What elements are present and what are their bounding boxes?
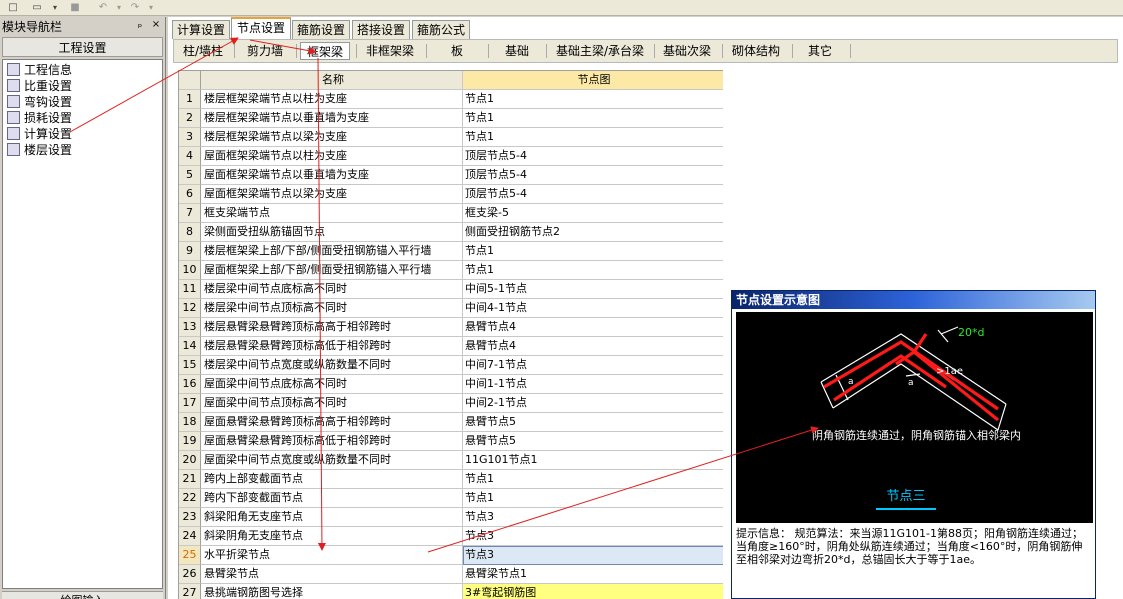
arrow-to-diagram xyxy=(427,426,819,553)
arrow-to-row-25 xyxy=(317,57,326,551)
annotation-arrows xyxy=(69,37,819,553)
arrow-calc-to-node-tab xyxy=(69,37,239,133)
arrow-tab-to-frame-beam xyxy=(249,39,317,55)
